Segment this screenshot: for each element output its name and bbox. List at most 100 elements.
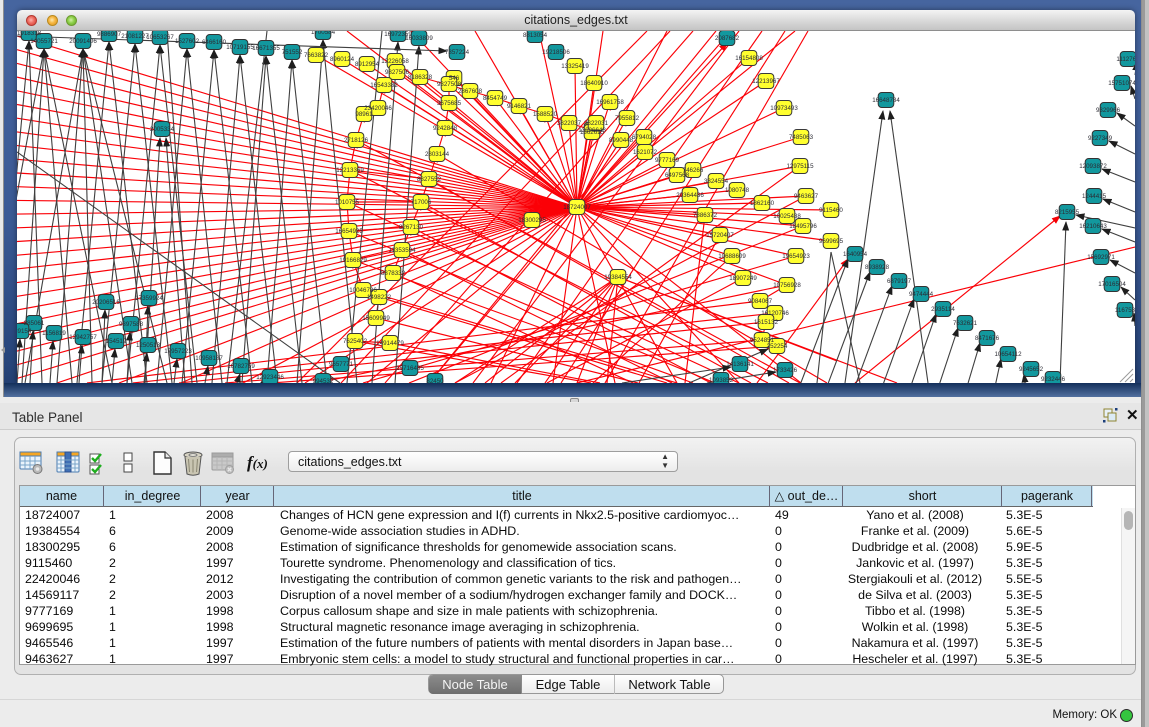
svg-text:16543382: 16543382	[370, 82, 398, 89]
svg-text:16782759: 16782759	[227, 363, 255, 370]
svg-text:6879197: 6879197	[887, 278, 912, 285]
svg-text:9227349: 9227349	[1088, 135, 1113, 142]
svg-text:10973493: 10973493	[770, 105, 798, 112]
svg-text:3824554: 3824554	[704, 178, 729, 185]
svg-text:9329966: 9329966	[1096, 107, 1121, 114]
svg-text:1080748: 1080748	[725, 187, 750, 194]
svg-text:8938928: 8938928	[865, 264, 890, 271]
svg-text:9084067: 9084067	[748, 298, 773, 305]
svg-text:6794028: 6794028	[632, 134, 657, 141]
svg-text:21081227: 21081227	[121, 33, 149, 40]
svg-text:20091406: 20091406	[69, 38, 97, 45]
svg-text:2005334: 2005334	[150, 126, 175, 133]
svg-text:9245652: 9245652	[1019, 366, 1044, 373]
svg-text:9777169: 9777169	[655, 157, 680, 164]
svg-text:3675685: 3675685	[437, 100, 462, 107]
svg-text:9146821: 9146821	[507, 103, 532, 110]
svg-text:9827506: 9827506	[385, 69, 410, 76]
svg-text:1700584: 1700584	[311, 31, 336, 36]
svg-text:9115460: 9115460	[819, 207, 843, 214]
svg-text:12975115: 12975115	[786, 163, 814, 170]
svg-text:3822031: 3822031	[584, 120, 609, 127]
svg-text:9242848: 9242848	[433, 125, 458, 132]
svg-text:8813054: 8813054	[523, 32, 548, 39]
svg-text:98961: 98961	[355, 111, 373, 118]
svg-text:10958187: 10958187	[195, 355, 223, 362]
svg-text:12213967: 12213967	[752, 78, 780, 85]
svg-text:1615132: 1615132	[754, 319, 779, 326]
svg-text:18495796: 18495796	[789, 223, 817, 230]
svg-text:16210643: 16210643	[1079, 223, 1107, 230]
svg-text:15716485: 15716485	[396, 365, 424, 372]
svg-text:9699695: 9699695	[819, 238, 844, 245]
svg-text:8215955: 8215955	[1055, 209, 1080, 216]
svg-text:16654925: 16654925	[335, 228, 363, 235]
svg-text:13226058: 13226058	[381, 58, 409, 65]
svg-text:15609949: 15609949	[362, 315, 390, 322]
svg-text:8471676: 8471676	[975, 335, 1000, 342]
svg-text:8267130: 8267130	[399, 224, 424, 231]
svg-text:8912954: 8912954	[355, 61, 380, 68]
svg-text:751552: 751552	[282, 49, 303, 56]
svg-text:19166829: 19166829	[339, 257, 367, 264]
svg-text:154519: 154519	[106, 338, 127, 345]
svg-text:10688609: 10688609	[718, 253, 746, 260]
svg-text:10719155: 10719155	[226, 44, 254, 51]
svg-text:17359924: 17359924	[135, 295, 163, 302]
svg-text:19654923: 19654923	[782, 253, 810, 260]
svg-text:16154808: 16154808	[735, 55, 763, 62]
svg-text:1498222: 1498222	[367, 294, 392, 301]
svg-text:717006: 717006	[411, 199, 432, 206]
svg-text:19218506: 19218506	[542, 49, 570, 56]
svg-text:1621072: 1621072	[633, 149, 658, 156]
svg-text:10046786: 10046786	[349, 287, 377, 294]
svg-text:20364436: 20364436	[676, 192, 704, 199]
svg-text:8990448: 8990448	[609, 137, 634, 144]
svg-text:3822037: 3822037	[557, 120, 582, 127]
svg-text:9886907: 9886907	[97, 31, 122, 38]
svg-text:7485063: 7485063	[789, 134, 814, 141]
svg-text:20206516: 20206516	[92, 299, 120, 306]
svg-text:14055721: 14055721	[30, 38, 58, 45]
svg-text:8186328: 8186328	[408, 74, 433, 81]
svg-text:1527602: 1527602	[175, 38, 200, 45]
svg-text:15692971: 15692971	[1087, 254, 1115, 261]
svg-text:885061: 885061	[24, 320, 45, 327]
svg-text:15751074: 15751074	[1108, 80, 1135, 87]
svg-text:1362615: 1362615	[580, 129, 605, 136]
svg-text:2718126: 2718126	[344, 137, 369, 144]
svg-text:9474444: 9474444	[909, 291, 934, 298]
svg-text:19384554: 19384554	[604, 274, 632, 281]
svg-text:1010755: 1010755	[335, 199, 360, 206]
svg-text:7663822: 7663822	[304, 52, 329, 59]
svg-text:8878332: 8878332	[381, 270, 406, 277]
svg-text:14914479: 14914479	[376, 340, 404, 347]
svg-text:18907249: 18907249	[729, 275, 757, 282]
svg-text:1918318: 1918318	[17, 31, 42, 37]
svg-text:16671355: 16671355	[252, 45, 280, 52]
svg-text:9463627: 9463627	[794, 193, 819, 200]
svg-text:1640954: 1640954	[843, 251, 868, 258]
svg-text:18640910: 18640910	[580, 80, 608, 87]
svg-text:16961758: 16961758	[596, 99, 624, 106]
svg-text:12923446: 12923446	[256, 374, 284, 381]
svg-text:746266: 746266	[683, 167, 704, 174]
svg-text:116753: 116753	[1115, 307, 1135, 314]
svg-text:11353594: 11353594	[388, 247, 416, 254]
svg-text:7955812: 7955812	[615, 115, 640, 122]
svg-text:12942757: 12942757	[69, 334, 97, 341]
svg-text:1588520: 1588520	[533, 111, 558, 118]
svg-text:10653267: 10653267	[146, 34, 174, 41]
svg-text:16033809: 16033809	[405, 35, 433, 42]
svg-text:10025438: 10025438	[773, 213, 801, 220]
svg-text:1862160: 1862160	[750, 200, 775, 207]
svg-text:8827552: 8827552	[417, 176, 442, 183]
svg-text:18300295: 18300295	[518, 217, 546, 224]
svg-text:1733426: 1733426	[773, 367, 798, 374]
svg-text:16648784: 16648784	[872, 97, 900, 104]
svg-text:8454749: 8454749	[483, 95, 508, 102]
svg-text:10654112: 10654112	[994, 351, 1022, 358]
svg-text:10756928: 10756928	[773, 282, 801, 289]
svg-text:16120746: 16120746	[761, 310, 789, 317]
svg-text:8960124: 8960124	[330, 56, 355, 63]
